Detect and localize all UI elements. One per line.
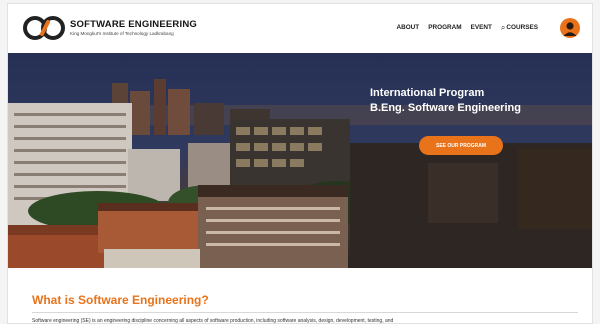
main-nav: ABOUT PROGRAM EVENT ⌕ COURSES xyxy=(396,23,538,31)
logo-icon[interactable] xyxy=(22,14,66,42)
nav-event-label: EVENT xyxy=(470,24,492,31)
hero-title-line1: International Program xyxy=(370,87,485,99)
nav-program[interactable]: PROGRAM xyxy=(428,24,461,31)
section-divider xyxy=(32,312,578,313)
nav-about-label: ABOUT xyxy=(396,24,420,31)
brand-subtitle: King Mongkut's Institute of Technology L… xyxy=(70,31,174,36)
see-our-program-button[interactable]: SEE OUR PROGRAM xyxy=(419,136,503,155)
site-header: SOFTWARE ENGINEERING King Mongkut's Inst… xyxy=(8,4,592,52)
hero-banner: International Program B.Eng. Software En… xyxy=(8,53,592,268)
section-body: Software engineering (SE) is an engineer… xyxy=(32,318,394,324)
nav-about[interactable]: ABOUT xyxy=(396,24,419,31)
nav-event[interactable]: EVENT xyxy=(471,24,492,31)
campus-night-photo xyxy=(8,53,592,268)
page: SOFTWARE ENGINEERING King Mongkut's Inst… xyxy=(7,3,593,324)
section-title: What is Software Engineering? xyxy=(32,293,209,307)
user-icon xyxy=(563,22,577,36)
nav-courses-label: COURSES xyxy=(506,24,538,31)
search-icon[interactable]: ⌕ xyxy=(501,23,505,31)
nav-courses[interactable]: ⌕ COURSES xyxy=(501,23,538,31)
user-avatar[interactable] xyxy=(560,18,580,38)
hero-title-line2: B.Eng. Software Engineering xyxy=(370,102,521,114)
nav-program-label: PROGRAM xyxy=(428,24,462,31)
brand-title[interactable]: SOFTWARE ENGINEERING xyxy=(70,19,197,30)
